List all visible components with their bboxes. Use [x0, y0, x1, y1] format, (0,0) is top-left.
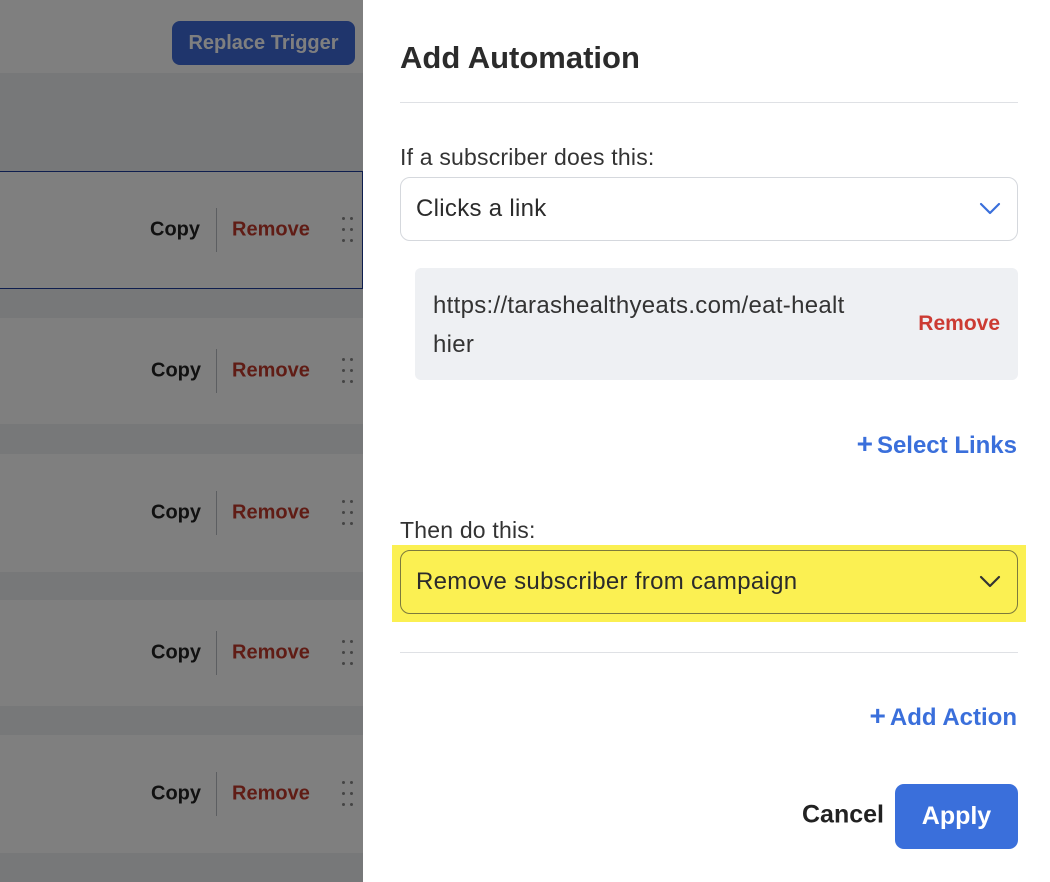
- automation-row[interactable]: Copy Remove: [0, 318, 363, 424]
- trigger-select-value: Clicks a link: [416, 195, 547, 222]
- automation-row[interactable]: Copy Remove: [0, 735, 363, 853]
- background-section-band: [0, 73, 363, 143]
- add-action-label: Add Action: [889, 704, 1017, 731]
- row-divider: [216, 491, 217, 535]
- remove-button[interactable]: Remove: [232, 783, 310, 806]
- trigger-label: If a subscriber does this:: [400, 144, 655, 170]
- automation-row[interactable]: Copy Remove: [0, 171, 363, 289]
- actions-divider: [400, 652, 1018, 653]
- remove-button[interactable]: Remove: [232, 502, 310, 525]
- remove-link-button[interactable]: Remove: [918, 312, 1000, 336]
- copy-button[interactable]: Copy: [151, 502, 201, 525]
- apply-button[interactable]: Apply: [895, 784, 1018, 849]
- link-url: https://tarashealthyeats.com/eat-healthi…: [433, 292, 845, 358]
- drag-handle-icon[interactable]: [340, 215, 356, 245]
- plus-icon: +: [869, 700, 886, 731]
- select-links-label: Select Links: [876, 432, 1017, 459]
- chevron-down-icon: [979, 575, 1001, 588]
- automation-row[interactable]: Copy Remove: [0, 600, 363, 706]
- row-divider: [216, 631, 217, 675]
- drag-handle-icon[interactable]: [340, 356, 356, 386]
- drag-handle-icon[interactable]: [340, 779, 356, 809]
- replace-trigger-button[interactable]: Replace Trigger: [172, 21, 355, 65]
- cancel-button[interactable]: Cancel: [802, 801, 884, 830]
- background-page: Replace Trigger Copy Remove Copy Remove …: [0, 0, 363, 882]
- drag-handle-icon[interactable]: [340, 498, 356, 528]
- remove-button[interactable]: Remove: [232, 219, 310, 242]
- remove-button[interactable]: Remove: [232, 642, 310, 665]
- row-divider: [216, 349, 217, 393]
- panel-title: Add Automation: [400, 40, 640, 75]
- add-automation-panel: Add Automation If a subscriber does this…: [363, 0, 1050, 882]
- automation-row[interactable]: Copy Remove: [0, 454, 363, 572]
- copy-button[interactable]: Copy: [151, 783, 201, 806]
- action-label: Then do this:: [400, 517, 536, 543]
- plus-icon: +: [856, 428, 873, 459]
- background-toolbar: Replace Trigger: [0, 0, 363, 73]
- trigger-select[interactable]: Clicks a link: [400, 177, 1018, 241]
- copy-button[interactable]: Copy: [151, 642, 201, 665]
- select-links-button[interactable]: + Select Links: [857, 428, 1017, 460]
- row-divider: [216, 772, 217, 816]
- chevron-down-icon: [979, 202, 1001, 215]
- copy-button[interactable]: Copy: [150, 219, 200, 242]
- action-select-value: Remove subscriber from campaign: [416, 568, 798, 595]
- drag-handle-icon[interactable]: [340, 638, 356, 668]
- action-select[interactable]: Remove subscriber from campaign: [400, 550, 1018, 614]
- row-divider: [216, 208, 217, 252]
- title-divider: [400, 102, 1018, 103]
- add-action-button[interactable]: + Add Action: [870, 700, 1017, 732]
- copy-button[interactable]: Copy: [151, 360, 201, 383]
- remove-button[interactable]: Remove: [232, 360, 310, 383]
- selected-link-item: https://tarashealthyeats.com/eat-healthi…: [415, 268, 1018, 380]
